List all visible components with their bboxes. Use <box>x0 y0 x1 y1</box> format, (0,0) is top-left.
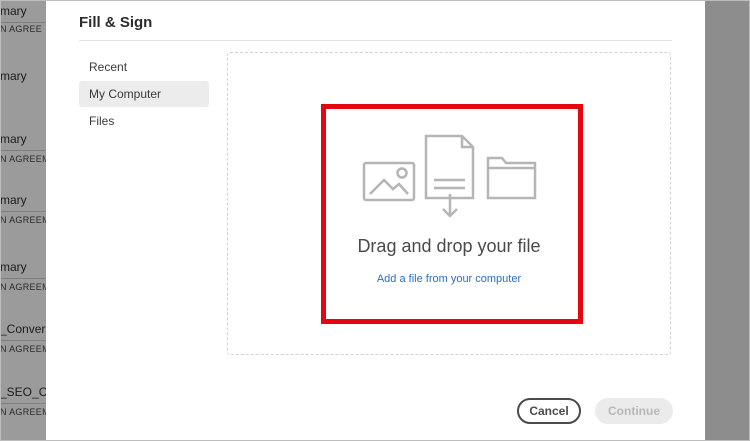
sidebar-item-files[interactable]: Files <box>79 108 209 134</box>
list-divider <box>0 278 46 279</box>
list-item-subtitle: N AGREEM <box>0 215 50 225</box>
list-item-title: mary <box>0 193 27 207</box>
list-item-subtitle: N AGREE <box>0 24 43 34</box>
list-item-title: mary <box>0 132 27 146</box>
dialog-title: Fill & Sign <box>79 14 153 31</box>
title-divider <box>79 40 672 41</box>
list-item-title: mary <box>0 69 27 83</box>
continue-button[interactable]: Continue <box>595 398 673 424</box>
list-divider <box>0 211 46 212</box>
cancel-button[interactable]: Cancel <box>517 398 581 424</box>
list-divider <box>0 150 46 151</box>
list-divider <box>0 340 46 341</box>
annotation-highlight-box <box>321 104 583 324</box>
sidebar-item-my-computer[interactable]: My Computer <box>79 81 209 107</box>
fill-sign-dialog: Fill & Sign Recent My Computer Files Dra… <box>46 0 705 441</box>
list-item-subtitle: N AGREEM <box>0 407 50 417</box>
list-divider <box>0 403 46 404</box>
list-item-title: mary <box>0 260 27 274</box>
list-item-subtitle: N AGREEM <box>0 282 50 292</box>
list-item-title: mary <box>0 4 27 18</box>
sidebar-item-recent[interactable]: Recent <box>79 54 209 80</box>
list-item-subtitle: N AGREEM <box>0 154 50 164</box>
background-right-panel <box>704 0 750 441</box>
list-item-subtitle: N AGREEM <box>0 344 50 354</box>
list-divider <box>0 22 46 23</box>
list-item-title: _Convert <box>0 322 49 336</box>
